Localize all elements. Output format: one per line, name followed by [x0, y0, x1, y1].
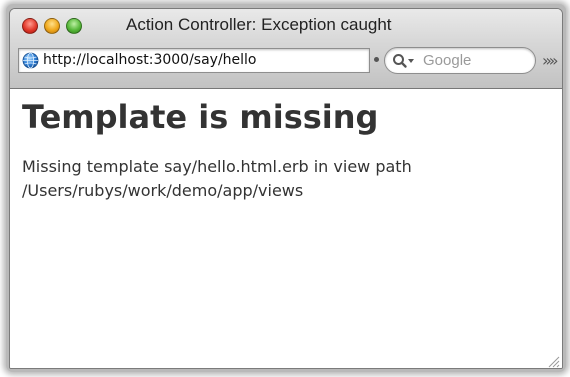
- error-message: Missing template say/hello.html.erb in v…: [22, 155, 542, 203]
- globe-icon: [22, 52, 39, 69]
- page-content: Template is missing Missing template say…: [10, 90, 562, 368]
- error-message-line: /Users/rubys/work/demo/app/views: [22, 181, 304, 200]
- close-button[interactable]: [22, 18, 38, 34]
- minimize-button[interactable]: [44, 18, 60, 34]
- resize-grip-icon[interactable]: [546, 354, 560, 368]
- error-message-line: Missing template say/hello.html.erb in v…: [22, 157, 412, 176]
- search-placeholder: Google: [423, 52, 472, 69]
- url-text[interactable]: http://localhost:3000/say/hello: [43, 52, 257, 68]
- window-toolbar: Action Controller: Exception caught http…: [10, 9, 562, 89]
- window-title: Action Controller: Exception caught: [126, 15, 392, 34]
- browser-window: Action Controller: Exception caught http…: [9, 8, 563, 369]
- search-icon[interactable]: [392, 53, 416, 69]
- url-separator-dot: [374, 57, 379, 62]
- search-input[interactable]: Google: [384, 47, 536, 74]
- zoom-button[interactable]: [66, 18, 82, 34]
- toolbar-overflow-button[interactable]: »»: [542, 51, 558, 70]
- page-title: Template is missing: [22, 98, 379, 136]
- address-bar[interactable]: http://localhost:3000/say/hello: [18, 48, 370, 73]
